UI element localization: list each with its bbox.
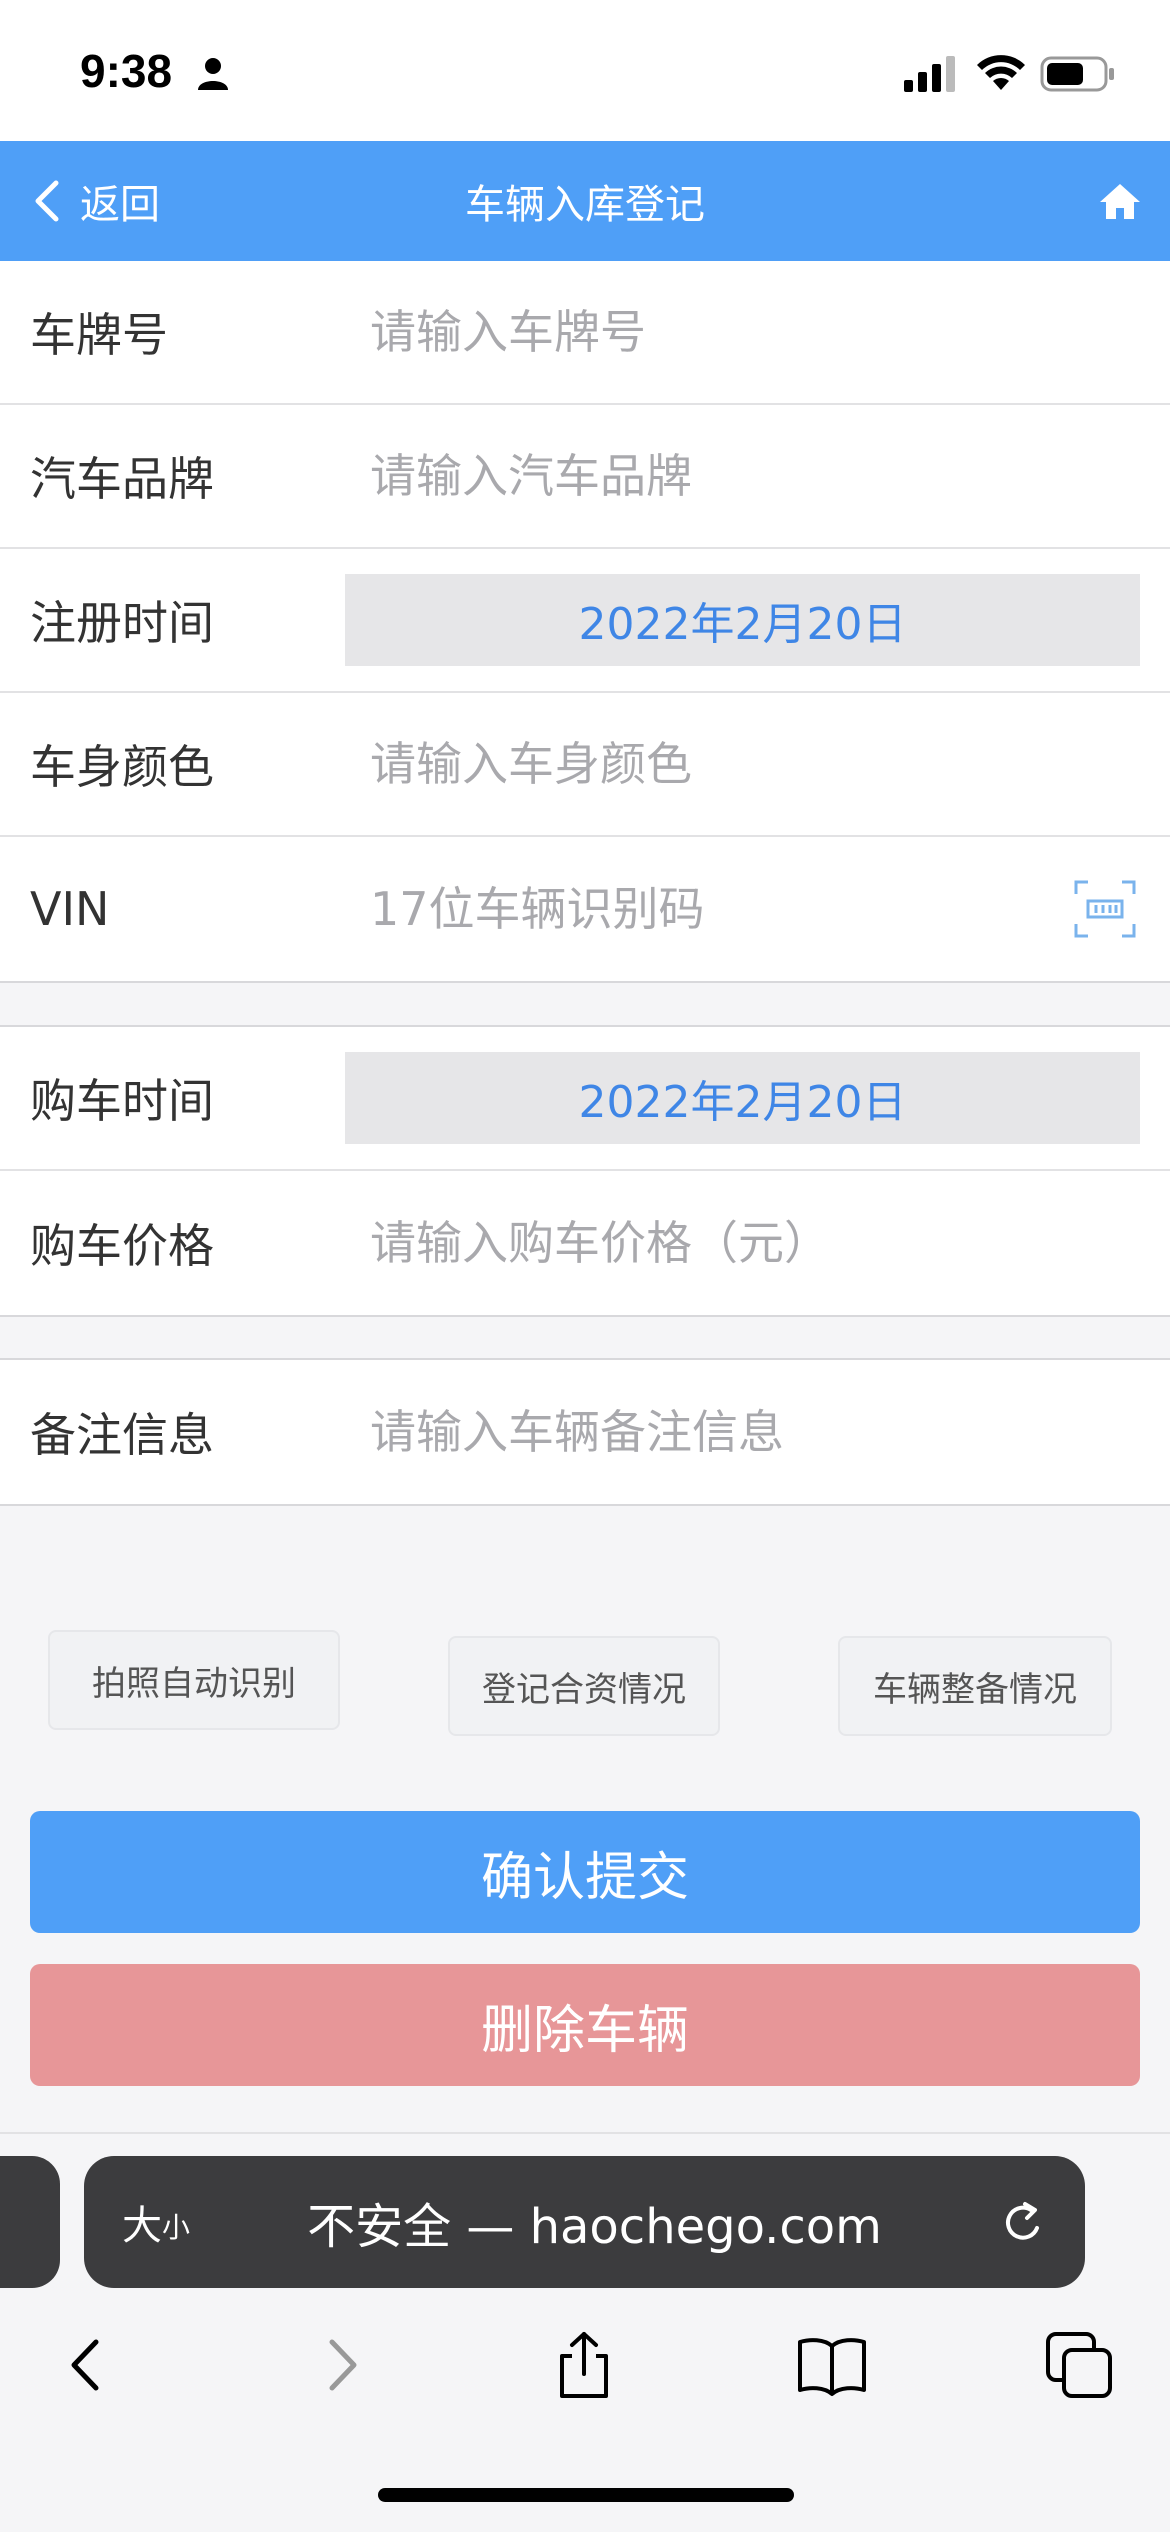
- scan-icon[interactable]: [1074, 880, 1136, 938]
- back-button[interactable]: 返回: [30, 141, 160, 261]
- address-bar[interactable]: 大 小 不安全 — haochego.com: [84, 2156, 1085, 2288]
- purchase-time-label: 购车时间: [30, 1074, 214, 1128]
- home-icon[interactable]: [1098, 181, 1142, 221]
- photo-recognition-button[interactable]: 拍照自动识别: [48, 1630, 340, 1730]
- submit-button[interactable]: 确认提交: [30, 1811, 1140, 1933]
- plate-input[interactable]: [370, 305, 1070, 359]
- register-time-row: 注册时间 2022年2月20日: [0, 549, 1170, 693]
- vin-label: VIN: [30, 882, 110, 936]
- brand-input[interactable]: [370, 449, 1070, 503]
- status-bar: 9:38: [0, 0, 1170, 141]
- purchase-price-row: 购车价格: [0, 1171, 1170, 1315]
- register-time-picker[interactable]: 2022年2月20日: [345, 574, 1140, 666]
- url-text: 不安全 — haochego.com: [307, 2199, 882, 2255]
- browser-divider: [0, 2132, 1170, 2134]
- remark-row: 备注信息: [0, 1360, 1170, 1504]
- reload-icon[interactable]: [1001, 2200, 1047, 2246]
- remark-label: 备注信息: [30, 1408, 214, 1462]
- vin-input[interactable]: [370, 882, 970, 936]
- page-title: 车辆入库登记: [465, 182, 705, 228]
- home-indicator[interactable]: [378, 2488, 794, 2502]
- register-time-label: 注册时间: [30, 596, 214, 650]
- body-color-label: 车身颜色: [30, 740, 214, 794]
- brand-label: 汽车品牌: [30, 452, 214, 506]
- status-time: 9:38: [80, 45, 173, 97]
- purchase-time-row: 购车时间 2022年2月20日: [0, 1027, 1170, 1171]
- purchase-price-input[interactable]: [370, 1216, 1070, 1270]
- person-icon: [198, 58, 228, 90]
- brand-row: 汽车品牌: [0, 405, 1170, 549]
- remark-input[interactable]: [370, 1405, 1070, 1459]
- share-icon[interactable]: [548, 2330, 620, 2400]
- chevron-left-icon: [35, 180, 59, 222]
- vehicle-info-group: 车牌号 汽车品牌 注册时间 2022年2月20日 车身颜色 VIN: [0, 261, 1170, 983]
- back-icon[interactable]: [52, 2330, 124, 2400]
- body-color-row: 车身颜色: [0, 693, 1170, 837]
- back-label: 返回: [80, 182, 160, 228]
- plate-row: 车牌号: [0, 261, 1170, 405]
- delete-vehicle-button[interactable]: 删除车辆: [30, 1964, 1140, 2086]
- signal-icon: [904, 56, 955, 92]
- nav-bar: 返回 车辆入库登记: [0, 141, 1170, 261]
- purchase-info-group: 购车时间 2022年2月20日 购车价格: [0, 1025, 1170, 1317]
- body-color-input[interactable]: [370, 737, 1070, 791]
- vin-row: VIN: [0, 837, 1170, 981]
- forward-icon[interactable]: [304, 2330, 376, 2400]
- plate-label: 车牌号: [30, 308, 168, 362]
- bookmarks-icon[interactable]: [796, 2330, 868, 2400]
- tabs-icon[interactable]: [1044, 2330, 1116, 2400]
- battery-icon: [1040, 56, 1114, 92]
- remark-group: 备注信息: [0, 1358, 1170, 1506]
- vehicle-prep-button[interactable]: 车辆整备情况: [838, 1636, 1112, 1736]
- purchase-price-label: 购车价格: [30, 1219, 214, 1273]
- previous-tab-edge[interactable]: [0, 2156, 60, 2288]
- purchase-time-picker[interactable]: 2022年2月20日: [345, 1052, 1140, 1144]
- wifi-icon: [977, 55, 1025, 90]
- register-funding-button[interactable]: 登记合资情况: [448, 1636, 720, 1736]
